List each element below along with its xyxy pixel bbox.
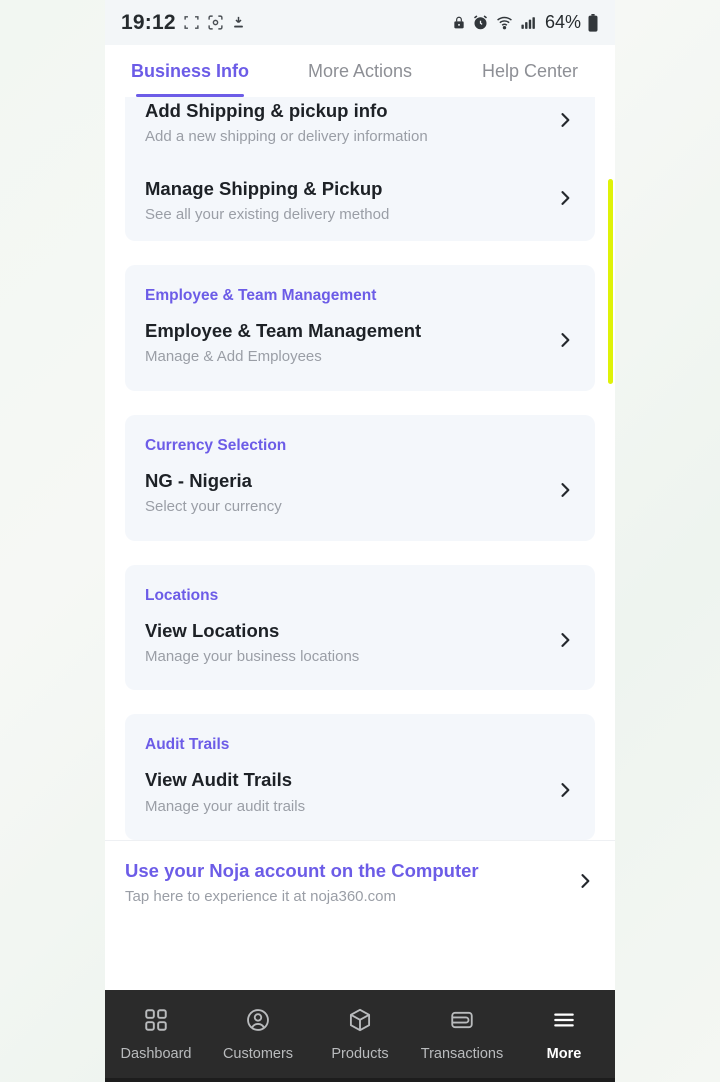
row-manage-shipping-pickup[interactable]: Manage Shipping & Pickup See all your ex…	[125, 163, 595, 241]
card-audit-trails: Audit Trails View Audit Trails Manage yo…	[125, 714, 595, 841]
shipping-card: Add Shipping & pickup info Add a new shi…	[125, 97, 595, 241]
section-title: Audit Trails	[145, 736, 230, 754]
row-title: View Audit Trails	[145, 769, 293, 791]
card-employee-team-management: Employee & Team Management Employee & Te…	[125, 264, 595, 391]
section-title: Currency Selection	[145, 436, 287, 454]
row-subtitle: Add a new shipping or delivery informati…	[145, 128, 428, 146]
download-icon	[231, 14, 246, 31]
chevron-right-icon	[545, 475, 575, 510]
status-bar: 19:12 64%	[105, 0, 615, 45]
row-title: NG - Nigeria	[145, 469, 252, 491]
status-bar-left: 19:12	[121, 11, 246, 35]
row-title: Employee & Team Management	[145, 319, 422, 341]
chevron-right-icon	[545, 625, 575, 660]
row-texts: View Locations Manage your business loca…	[145, 619, 545, 667]
row-texts: Employee & Team Management Manage & Add …	[145, 319, 545, 367]
bottom-navigation-bar: Dashboard Customers Products Transaction…	[105, 990, 615, 1078]
row-subtitle: See all your existing delivery method	[145, 206, 390, 223]
tab-more-actions[interactable]: More Actions	[275, 45, 445, 97]
screen-capture-icon	[183, 14, 200, 31]
battery-icon	[587, 13, 599, 32]
row-view-audit-trails[interactable]: View Audit Trails Manage your audit trai…	[125, 754, 595, 832]
row-subtitle: Select your currency	[145, 497, 282, 515]
row-subtitle: Manage your audit trails	[145, 797, 306, 815]
row-texts: View Audit Trails Manage your audit trai…	[145, 768, 545, 816]
row-title: Manage Shipping & Pickup	[145, 177, 383, 199]
alarm-icon	[472, 14, 489, 31]
nav-item-dashboard[interactable]: Dashboard	[105, 1007, 207, 1062]
nav-item-products-label: Products	[331, 1045, 389, 1062]
row-title: View Locations	[145, 619, 280, 641]
row-texts: Add Shipping & pickup info Add a new shi…	[145, 99, 545, 147]
nav-item-transactions-label: Transactions	[420, 1045, 504, 1062]
card-locations: Locations View Locations Manage your bus…	[125, 564, 595, 691]
system-navigation-bar	[105, 1078, 615, 1082]
row-view-locations[interactable]: View Locations Manage your business loca…	[125, 605, 595, 683]
row-currency-selection[interactable]: NG - Nigeria Select your currency	[125, 455, 595, 533]
nav-item-transactions[interactable]: Transactions	[411, 1007, 513, 1062]
chevron-right-icon	[545, 775, 575, 810]
tab-more-actions-label: More Actions	[307, 60, 413, 81]
chevron-right-icon	[545, 183, 575, 218]
row-add-shipping-pickup-info[interactable]: Add Shipping & pickup info Add a new shi…	[125, 97, 595, 163]
nav-item-more[interactable]: More	[513, 1007, 615, 1062]
hamburger-icon	[551, 1007, 577, 1038]
promo-title: Use your Noja account on the Computer	[125, 860, 479, 882]
row-noja-desktop-promo[interactable]: Use your Noja account on the Computer Ta…	[105, 840, 615, 923]
row-subtitle: Manage your business locations	[145, 647, 360, 665]
nav-item-products[interactable]: Products	[309, 1007, 411, 1062]
nav-item-customers-label: Customers	[222, 1045, 294, 1062]
phone-screen: 19:12 64% Business Info More Actions Hel…	[105, 0, 615, 1082]
chevron-right-icon	[545, 325, 575, 360]
lock-icon	[452, 14, 466, 31]
section-title: Locations	[145, 586, 219, 604]
row-texts: Manage Shipping & Pickup See all your ex…	[145, 177, 545, 225]
tab-business-info-label: Business Info	[130, 60, 250, 81]
wallet-icon	[449, 1007, 475, 1038]
row-subtitle: Manage & Add Employees	[145, 347, 322, 365]
user-circle-icon	[245, 1007, 271, 1038]
nav-item-dashboard-label: Dashboard	[120, 1045, 192, 1062]
tab-help-center-label: Help Center	[481, 60, 579, 81]
section-title: Employee & Team Management	[145, 286, 377, 304]
wifi-icon	[495, 14, 514, 31]
cellular-signal-icon	[520, 14, 537, 31]
battery-percent-label: 64%	[544, 12, 581, 32]
nav-item-more-label: More	[546, 1045, 582, 1062]
chevron-right-icon	[565, 866, 595, 901]
row-employee-team-management[interactable]: Employee & Team Management Manage & Add …	[125, 305, 595, 383]
tab-business-info[interactable]: Business Info	[105, 45, 275, 97]
card-currency-selection: Currency Selection NG - Nigeria Select y…	[125, 414, 595, 541]
vertical-scrollbar[interactable]	[608, 179, 613, 384]
status-bar-clock: 19:12	[121, 10, 176, 34]
nav-item-customers[interactable]: Customers	[207, 1007, 309, 1062]
row-title: Add Shipping & pickup info	[145, 100, 388, 121]
row-texts: Use your Noja account on the Computer Ta…	[125, 859, 565, 907]
scan-icon	[207, 14, 224, 31]
settings-scroll-area[interactable]: Add Shipping & pickup info Add a new shi…	[105, 97, 615, 990]
status-bar-right: 64%	[452, 12, 599, 33]
tab-bar: Business Info More Actions Help Center	[105, 45, 615, 97]
tab-help-center[interactable]: Help Center	[445, 45, 615, 97]
promo-subtitle: Tap here to experience it at noja360.com	[125, 888, 397, 906]
grid-icon	[143, 1007, 169, 1038]
row-texts: NG - Nigeria Select your currency	[145, 469, 545, 517]
chevron-right-icon	[545, 105, 575, 140]
box-icon	[347, 1007, 373, 1038]
